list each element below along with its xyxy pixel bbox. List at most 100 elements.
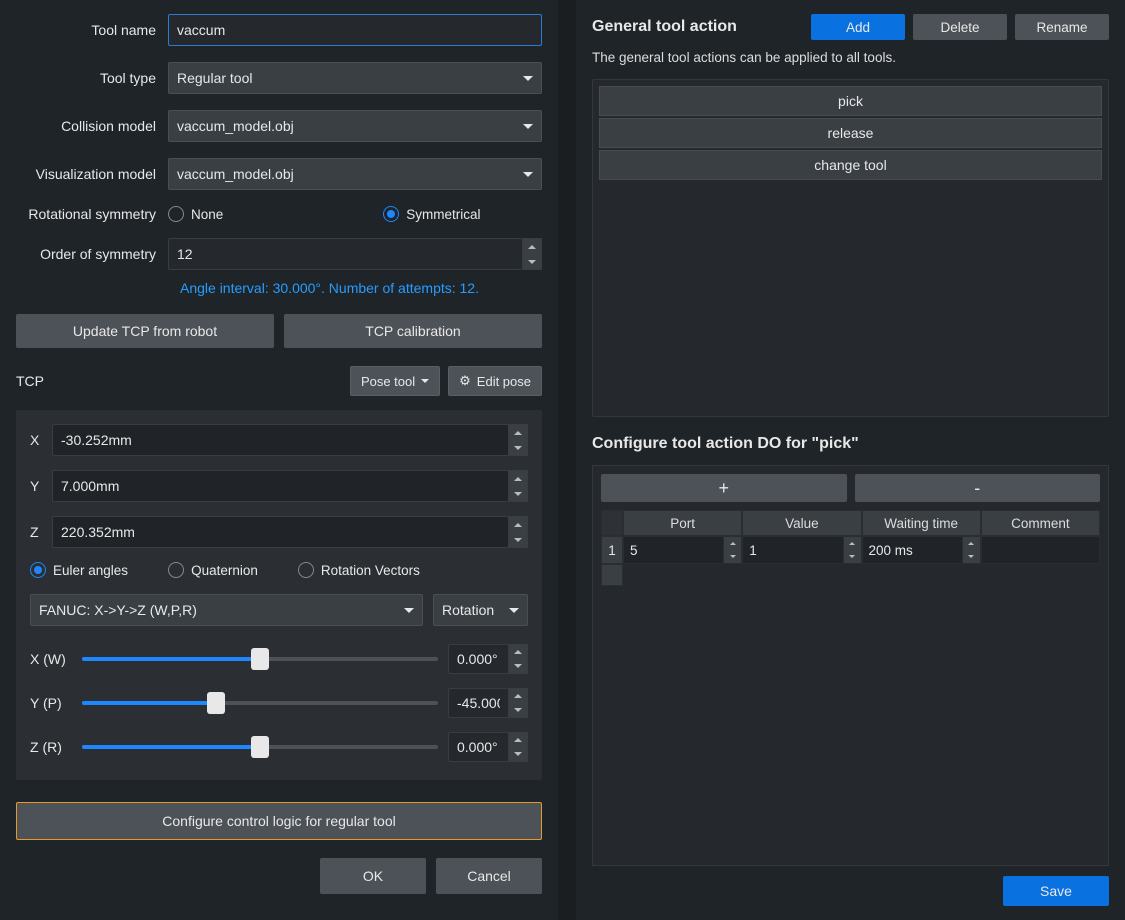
edit-pose-button[interactable]: Edit pose [448, 366, 542, 396]
zr-slider[interactable] [82, 737, 438, 757]
spinner-up-icon[interactable] [509, 471, 527, 486]
yp-value-spinner[interactable] [448, 688, 528, 718]
delete-button[interactable]: Delete [913, 14, 1007, 40]
action-item-pick[interactable]: pick [599, 86, 1102, 116]
spinner-down-icon[interactable] [844, 550, 861, 563]
x-label: X [30, 432, 52, 448]
tool-name-input[interactable] [168, 14, 542, 46]
do-port-value[interactable]: 5 [624, 537, 723, 563]
spinner-up-icon[interactable] [509, 689, 527, 703]
z-input[interactable] [52, 516, 508, 548]
action-item-change-tool[interactable]: change tool [599, 150, 1102, 180]
action-item-release[interactable]: release [599, 118, 1102, 148]
do-wait-spinner[interactable]: 200 ms [863, 537, 980, 563]
do-row: 1 5 1 200 ms [601, 536, 1100, 564]
spinner-up-icon[interactable] [509, 645, 527, 659]
spinner-up-icon[interactable] [509, 733, 527, 747]
tool-type-select[interactable]: Regular tool [168, 62, 542, 94]
pose-tool-dropdown[interactable]: Pose tool [350, 366, 440, 396]
yp-slider[interactable] [82, 693, 438, 713]
zr-value-input[interactable] [448, 732, 508, 762]
euler-label: Euler angles [53, 563, 128, 578]
order-of-symmetry-spinner[interactable] [168, 238, 542, 270]
rotational-symmetry-label: Rotational symmetry [16, 206, 168, 222]
xw-slider[interactable] [82, 649, 438, 669]
rename-button[interactable]: Rename [1015, 14, 1109, 40]
tcp-box: X Y Z Euler angles [16, 410, 542, 780]
general-tool-action-desc: The general tool actions can be applied … [592, 50, 1109, 65]
rotation-select-value: Rotation [442, 602, 494, 618]
spinner-up-icon[interactable] [509, 425, 527, 440]
spinner-down-icon[interactable] [509, 532, 527, 547]
spinner-down-icon[interactable] [509, 659, 527, 673]
spinner-down-icon[interactable] [509, 747, 527, 761]
collision-model-value: vaccum_model.obj [177, 118, 294, 134]
euler-convention-select[interactable]: FANUC: X->Y->Z (W,P,R) [30, 594, 423, 626]
z-spinner[interactable] [52, 516, 528, 548]
do-wait-value[interactable]: 200 ms [863, 537, 962, 563]
yp-value-input[interactable] [448, 688, 508, 718]
add-button[interactable]: Add [811, 14, 905, 40]
do-value-spinner[interactable]: 1 [743, 537, 860, 563]
radio-icon [168, 562, 184, 578]
tcp-title: TCP [16, 373, 44, 389]
tcp-calibration-button[interactable]: TCP calibration [284, 314, 542, 348]
euler-radio[interactable]: Euler angles [30, 562, 128, 578]
tool-type-value: Regular tool [177, 70, 253, 86]
rotation-select[interactable]: Rotation [433, 594, 528, 626]
do-header-index [601, 510, 623, 536]
symmetry-none-radio[interactable]: None [168, 206, 223, 222]
chevron-down-icon [523, 76, 533, 81]
general-tool-action-title: General tool action [592, 18, 737, 36]
spinner-up-icon[interactable] [509, 517, 527, 532]
spinner-up-icon[interactable] [963, 537, 980, 550]
rotation-vectors-radio[interactable]: Rotation Vectors [298, 562, 420, 578]
do-port-spinner[interactable]: 5 [624, 537, 741, 563]
spinner-down-icon[interactable] [509, 703, 527, 717]
y-spinner[interactable] [52, 470, 528, 502]
spinner-down-icon[interactable] [509, 440, 527, 455]
edit-pose-label: Edit pose [477, 374, 531, 389]
chevron-down-icon [404, 608, 414, 613]
save-button[interactable]: Save [1003, 876, 1109, 906]
collision-model-label: Collision model [16, 118, 168, 134]
spinner-down-icon[interactable] [724, 550, 741, 563]
radio-icon [298, 562, 314, 578]
visualization-model-value: vaccum_model.obj [177, 166, 294, 182]
do-minus-button[interactable]: - [855, 474, 1101, 502]
symmetry-symmetrical-radio[interactable]: Symmetrical [383, 206, 480, 222]
xw-value-spinner[interactable] [448, 644, 528, 674]
rotation-vectors-label: Rotation Vectors [321, 563, 420, 578]
cancel-button[interactable]: Cancel [436, 858, 542, 894]
x-spinner[interactable] [52, 424, 528, 456]
update-tcp-button[interactable]: Update TCP from robot [16, 314, 274, 348]
do-comment-input[interactable] [982, 537, 1099, 563]
collision-model-select[interactable]: vaccum_model.obj [168, 110, 542, 142]
spinner-up-icon[interactable] [724, 537, 741, 550]
xw-value-input[interactable] [448, 644, 508, 674]
zr-label: Z (R) [30, 739, 72, 755]
quaternion-label: Quaternion [191, 563, 258, 578]
x-input[interactable] [52, 424, 508, 456]
order-of-symmetry-input[interactable] [168, 238, 522, 270]
configure-control-logic-button[interactable]: Configure control logic for regular tool [16, 802, 542, 840]
do-value-value[interactable]: 1 [743, 537, 842, 563]
spinner-up-icon[interactable] [844, 537, 861, 550]
quaternion-radio[interactable]: Quaternion [168, 562, 258, 578]
chevron-down-icon [523, 172, 533, 177]
visualization-model-select[interactable]: vaccum_model.obj [168, 158, 542, 190]
spinner-down-icon[interactable] [509, 486, 527, 501]
zr-value-spinner[interactable] [448, 732, 528, 762]
radio-icon [168, 206, 184, 222]
configure-do-title: Configure tool action DO for "pick" [592, 435, 1109, 453]
do-header-wait: Waiting time [862, 510, 981, 536]
spinner-down-icon[interactable] [523, 254, 541, 269]
spinner-up-icon[interactable] [523, 239, 541, 254]
ok-button[interactable]: OK [320, 858, 426, 894]
do-plus-button[interactable]: + [601, 474, 847, 502]
y-input[interactable] [52, 470, 508, 502]
spinner-down-icon[interactable] [963, 550, 980, 563]
visualization-model-label: Visualization model [16, 166, 168, 182]
z-label: Z [30, 524, 52, 540]
do-table: Port Value Waiting time Comment 1 5 1 [601, 510, 1100, 586]
